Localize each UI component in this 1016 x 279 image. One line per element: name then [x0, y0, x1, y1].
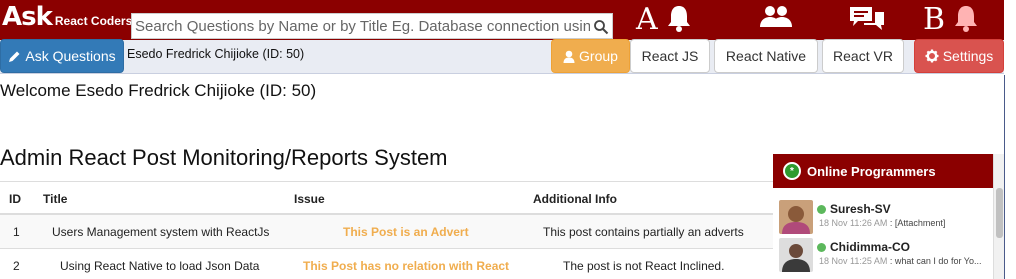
group-icon[interactable] [758, 3, 794, 33]
message-time: 18 Nov 11:26 AM [819, 218, 888, 228]
react-native-button[interactable]: React Native [714, 39, 818, 73]
user-icon [563, 50, 575, 63]
list-item[interactable]: Suresh-SV 18 Nov 11:26 AM : [Attachment] [779, 200, 989, 234]
marker-a: A [636, 2, 658, 37]
chat-icon[interactable] [848, 3, 886, 35]
avatar [779, 200, 813, 234]
programmer-name: Chidimma-CO [817, 240, 910, 254]
page-title: Admin React Post Monitoring/Reports Syst… [0, 145, 448, 170]
message-time: 18 Nov 11:25 AM [819, 256, 888, 266]
online-status-icon: * [783, 162, 801, 180]
online-dot-icon [817, 204, 826, 214]
cell-title: Using React Native to load Json Data [60, 259, 260, 273]
cell-title: Users Management system with ReactJs [52, 225, 270, 239]
current-user: Esedo Fredrick Chijioke (ID: 50) [127, 47, 305, 61]
message-text: what can I do for Yo... [894, 256, 982, 266]
header-id: ID [9, 192, 21, 206]
brand-logo[interactable]: Ask React Coders [2, 2, 132, 36]
brand-main: Ask [2, 2, 53, 32]
table-header: ID Title Issue Additional Info [0, 181, 773, 215]
bell-icon[interactable] [665, 3, 693, 33]
header-title: Title [43, 192, 68, 206]
online-scrollbar[interactable] [993, 154, 1004, 279]
cell-id: 1 [13, 225, 20, 239]
cell-id: 2 [13, 259, 20, 273]
programmer-name-text: Suresh-SV [830, 202, 891, 216]
alert-bell-icon[interactable] [952, 3, 980, 33]
marker-b: B [923, 2, 946, 37]
programmer-name-text: Chidimma-CO [830, 240, 911, 254]
online-dot-icon [817, 242, 826, 252]
content-divider [1004, 75, 1005, 279]
group-label: Group [579, 48, 618, 64]
cell-issue: This Post has no relation with React [303, 259, 510, 273]
cell-info: This post contains partially an adverts [543, 225, 744, 239]
welcome-message: Welcome Esedo Fredrick Chijioke (ID: 50) [0, 81, 317, 100]
online-programmers-panel: * Online Programmers Suresh-SV 18 Nov 11… [773, 154, 993, 279]
group-button[interactable]: Group [551, 39, 630, 73]
programmer-last-message: 18 Nov 11:26 AM : [Attachment] [819, 218, 945, 228]
react-vr-button[interactable]: React VR [822, 39, 904, 73]
pencil-icon [9, 51, 20, 62]
top-navbar: Ask React Coders A B [0, 0, 1004, 40]
header-issue: Issue [294, 192, 325, 206]
gear-icon [925, 49, 939, 63]
react-js-button[interactable]: React JS [630, 39, 710, 73]
settings-button[interactable]: Settings [914, 39, 1004, 73]
header-additional-info: Additional Info [533, 192, 617, 206]
scroll-thumb[interactable] [996, 188, 1003, 238]
table-row[interactable]: 2 Using React Native to load Json Data T… [0, 249, 773, 279]
search-icon[interactable] [593, 19, 609, 35]
list-item[interactable]: Chidimma-CO 18 Nov 11:25 AM : what can I… [779, 238, 989, 272]
programmer-name: Suresh-SV [817, 202, 891, 216]
search-box [131, 13, 613, 39]
message-text: [Attachment] [894, 218, 946, 228]
cell-info: The post is not React Inclined. [563, 259, 725, 273]
cell-issue: This Post is an Advert [343, 225, 469, 239]
online-title: Online Programmers [807, 163, 936, 179]
brand-sub: React Coders [54, 14, 133, 28]
online-header[interactable]: * Online Programmers [773, 154, 993, 188]
settings-label: Settings [942, 48, 994, 64]
ask-questions-label: Ask Questions [25, 48, 116, 64]
reports-table: ID Title Issue Additional Info 1 Users M… [0, 181, 773, 279]
programmer-last-message: 18 Nov 11:25 AM : what can I do for Yo..… [819, 256, 981, 266]
search-input[interactable] [132, 14, 612, 38]
avatar [779, 238, 813, 272]
ask-questions-button[interactable]: Ask Questions [0, 39, 124, 73]
table-row[interactable]: 1 Users Management system with ReactJs T… [0, 215, 773, 249]
